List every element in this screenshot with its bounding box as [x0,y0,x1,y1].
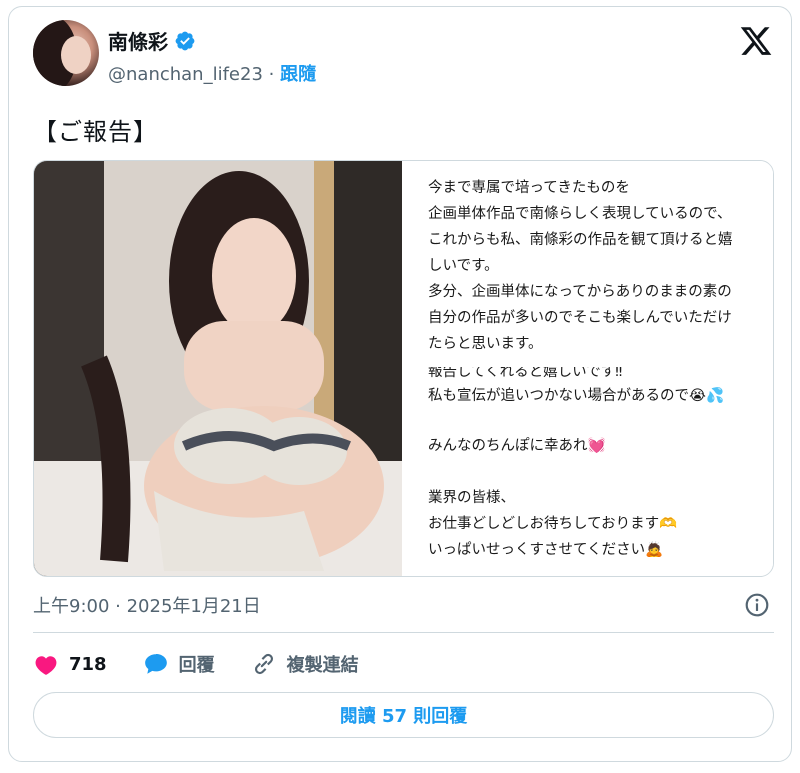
separator: · [268,64,275,85]
avatar[interactable] [33,20,99,86]
copy-link-button[interactable]: 複製連結 [251,651,359,677]
timestamp[interactable]: 上午9:00 · 2025年1月21日 [33,592,261,618]
display-name[interactable]: 南條彩 [108,26,168,55]
tweet-media[interactable]: 今まで専属で培ってきたものを 企画単体作品で南條らしく表現しているので、 これか… [33,160,774,577]
media-text-line: 今まで専属で培ってきたものを [428,180,630,196]
handle-row: @nanchan_life23 · 跟隨 [108,60,316,86]
media-text-line: みんなのちんぽに幸あれ💓 [428,438,606,454]
media-text-line: いっぱいせっくすさせてください🙇 [428,542,664,558]
reply-button[interactable]: 回覆 [143,651,215,677]
link-icon [254,653,273,675]
reply-label: 回覆 [178,655,215,676]
media-text-line: 企画単体作品で南條らしく表現しているので、 [428,206,732,222]
like-button[interactable]: 718 [33,651,107,677]
photo-illustration [34,161,402,576]
media-text-line: たらと思います。 [428,336,543,352]
reply-icon [144,654,167,674]
media-text-line: お仕事どしどしお待ちしております🫶 [428,516,678,532]
media-text-line: これからも私、南條彩の作品を観て頂けると嬉 [428,232,733,248]
tweet-text: 【ご報告】 [33,118,158,146]
x-logo-icon[interactable] [739,24,773,58]
heart-icon [35,656,57,675]
divider [33,632,774,633]
action-bar: 718 回覆 複製連結 [33,648,395,680]
read-replies-button[interactable]: 閱讀 57 則回覆 [33,692,774,738]
media-text-line: しいです。 [428,258,499,274]
author-name-row: 南條彩 [108,26,196,55]
media-text-line: 多分、企画単体になってからありのままの素の [428,284,732,300]
media-text-panel: 今まで専属で培ってきたものを 企画単体作品で南條らしく表現しているので、 これか… [402,161,773,576]
photo[interactable] [34,161,402,576]
info-icon[interactable] [744,592,770,618]
follow-button[interactable]: 跟隨 [280,64,316,85]
handle[interactable]: @nanchan_life23 [108,64,263,85]
copy-link-label: 複製連結 [286,655,359,676]
text-crop-mask [402,357,773,367]
like-count: 718 [69,653,107,675]
media-text-line: 私も宣伝が追いつかない場合があるので😭💦 [428,388,724,404]
media-text-line: 業界の皆様、 [428,490,515,506]
media-text-line: 自分の作品が多いのでそこも楽しんでいただけ [428,310,732,326]
verified-badge-icon [175,31,195,50]
